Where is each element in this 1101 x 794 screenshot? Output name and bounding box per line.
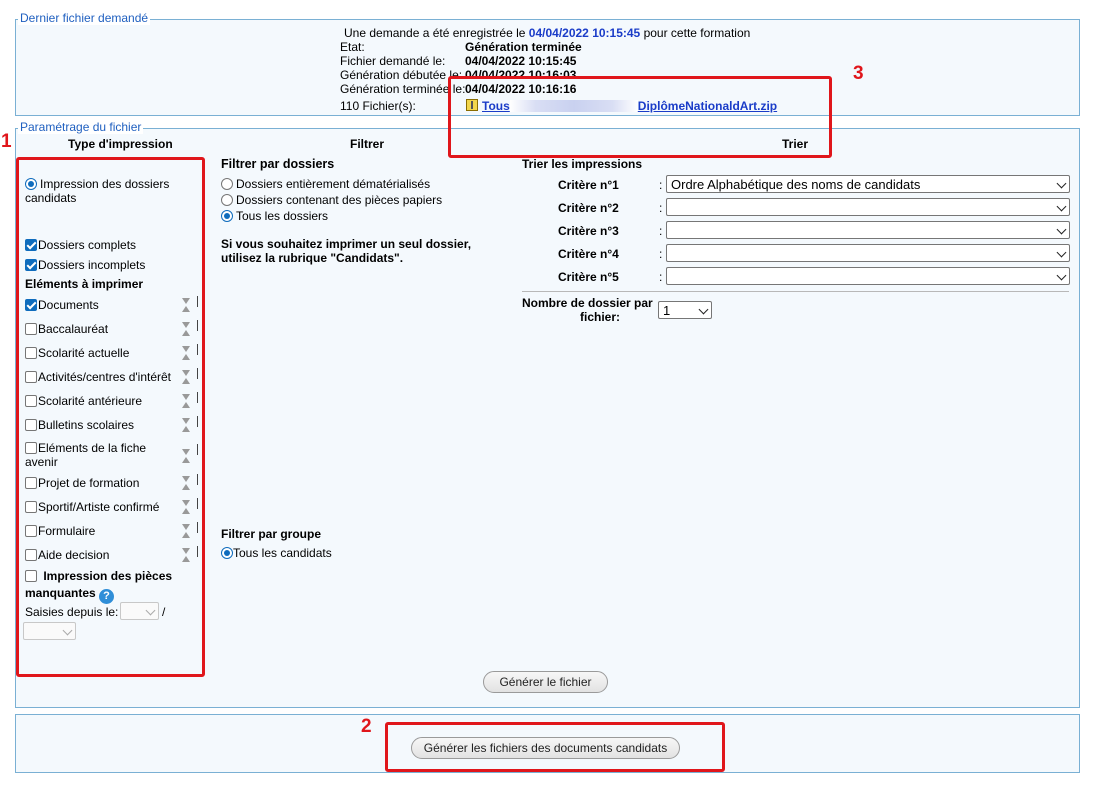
- annotation-number-1: 1: [1, 131, 12, 152]
- status-label: Etat:: [340, 40, 365, 54]
- folder-filter-radio[interactable]: [221, 210, 233, 222]
- single-folder-note-2: utilisez la rubrique "Candidats".: [221, 251, 404, 265]
- chevron-down-icon: [698, 304, 709, 315]
- request-intro-date: 04/04/2022 10:15:45: [528, 26, 641, 40]
- criterion-value: Ordre Alphabétique des noms de candidats: [671, 177, 921, 192]
- filter-group-heading: Filtrer par groupe: [221, 527, 322, 541]
- criterion-select[interactable]: [666, 221, 1070, 239]
- folder-filter-option[interactable]: Tous les dossiers: [221, 209, 328, 223]
- request-intro-suffix: pour cette formation: [643, 26, 751, 40]
- annotation-box-2: [385, 722, 725, 772]
- chevron-down-icon: [1056, 224, 1067, 235]
- criterion-colon: :: [659, 201, 663, 215]
- folder-filter-label: Dossiers entièrement dématérialisés: [236, 177, 431, 191]
- all-candidates-label: Tous les candidats: [233, 546, 332, 560]
- criterion-select[interactable]: [666, 267, 1070, 285]
- folder-filter-radio[interactable]: [221, 178, 233, 190]
- generate-file-button[interactable]: Générer le fichier: [483, 671, 608, 693]
- criterion-select[interactable]: [666, 198, 1070, 216]
- criterion-colon: :: [659, 247, 663, 261]
- folder-filter-label: Tous les dossiers: [236, 209, 329, 223]
- per-file-select[interactable]: 1: [658, 301, 712, 319]
- annotation-box-1: [16, 157, 205, 677]
- criterion-select[interactable]: [666, 244, 1070, 262]
- sort-divider: [522, 291, 1069, 292]
- chevron-down-icon: [1056, 270, 1067, 281]
- criterion-label: Critère n°4: [558, 247, 619, 261]
- annotation-number-3: 3: [853, 63, 864, 84]
- single-folder-note-1: Si vous souhaitez imprimer un seul dossi…: [221, 237, 472, 251]
- annotation-box-3: [448, 76, 832, 158]
- request-intro-prefix: Une demande a été enregistrée le: [344, 26, 526, 40]
- sort-heading: Trier les impressions: [522, 157, 643, 171]
- col-type-header: Type d'impression: [68, 137, 173, 151]
- criterion-label: Critère n°3: [558, 224, 619, 238]
- last-file-legend: Dernier fichier demandé: [18, 11, 151, 25]
- per-file-value: 1: [663, 303, 671, 318]
- request-intro: Une demande a été enregistrée le 04/04/2…: [344, 26, 750, 40]
- all-candidates-radio[interactable]: Tous les candidats: [221, 546, 332, 560]
- criterion-label: Critère n°5: [558, 270, 619, 284]
- chevron-down-icon: [1056, 247, 1067, 258]
- per-file-label-2: fichier:: [580, 310, 621, 324]
- folder-filter-option[interactable]: Dossiers entièrement dématérialisés: [221, 177, 430, 191]
- folder-filter-radio[interactable]: [221, 194, 233, 206]
- folder-filter-label: Dossiers contenant des pièces papiers: [236, 193, 443, 207]
- criterion-colon: :: [659, 224, 663, 238]
- status-value: Génération terminée: [465, 40, 582, 54]
- chevron-down-icon: [1056, 201, 1067, 212]
- annotation-number-2: 2: [361, 716, 372, 737]
- filter-folders-heading: Filtrer par dossiers: [221, 157, 335, 171]
- criterion-select[interactable]: Ordre Alphabétique des noms de candidats: [666, 175, 1070, 193]
- col-filter-header: Filtrer: [350, 137, 385, 151]
- criterion-colon: :: [659, 270, 663, 284]
- requested-label: Fichier demandé le:: [340, 54, 446, 68]
- criterion-label: Critère n°2: [558, 201, 619, 215]
- criterion-colon: :: [659, 178, 663, 192]
- per-file-label-1: Nombre de dossier par: [522, 296, 653, 310]
- all-candidates-radio-control[interactable]: [221, 547, 233, 559]
- files-count-label: 110 Fichier(s):: [340, 99, 416, 113]
- criterion-label: Critère n°1: [558, 178, 619, 192]
- finished-label: Génération terminée le:: [340, 82, 466, 96]
- started-label: Génération débutée le:: [340, 68, 463, 82]
- requested-value: 04/04/2022 10:15:45: [465, 54, 577, 68]
- params-legend: Paramétrage du fichier: [18, 120, 144, 134]
- chevron-down-icon: [1056, 178, 1067, 189]
- folder-filter-option[interactable]: Dossiers contenant des pièces papiers: [221, 193, 442, 207]
